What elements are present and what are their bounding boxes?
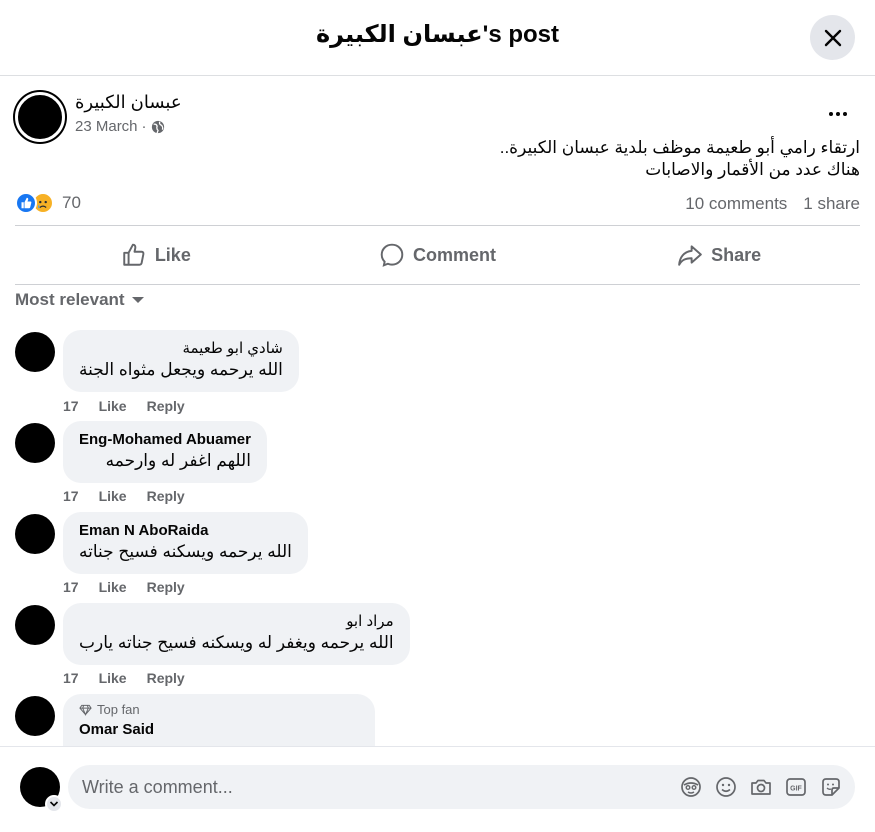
comment-text: الله يرحمه ويجعل مثواه الجنة — [79, 360, 283, 379]
gif-icon[interactable]: GIF — [785, 776, 807, 798]
svg-text:GIF: GIF — [790, 786, 802, 793]
post-text-line: ارتقاء رامي أبو طعيمة موظف بلدية عبسان ا… — [499, 138, 860, 157]
globe-icon — [151, 120, 164, 133]
close-icon — [824, 29, 841, 46]
post-author-name[interactable]: عبسان الكبيرة — [75, 92, 182, 113]
emoji-icon[interactable] — [715, 776, 737, 798]
diamond-icon — [79, 704, 92, 716]
post-action-bar: Like Comment Share — [15, 225, 860, 285]
comment-time[interactable]: 17 — [63, 488, 79, 504]
like-reaction-icon — [15, 192, 37, 214]
caret-down-icon — [131, 297, 144, 303]
comment-time[interactable]: 17 — [63, 398, 79, 414]
commenter-avatar[interactable] — [15, 423, 55, 463]
comment-button-label: Comment — [413, 244, 497, 265]
post-author-avatar[interactable] — [15, 92, 65, 142]
shares-count-link[interactable]: 1 share — [803, 194, 860, 214]
share-button-label: Share — [711, 244, 762, 265]
commenter-avatar[interactable] — [15, 332, 55, 372]
comment-bubble: مراد ابو الله يرحمه ويغفر له ويسكنه فسيح… — [63, 603, 410, 665]
thumbs-up-icon — [123, 243, 145, 266]
camera-icon[interactable] — [750, 776, 772, 798]
like-button[interactable]: Like — [15, 226, 297, 284]
reactions-summary[interactable]: 70 — [15, 192, 81, 214]
like-button-label: Like — [154, 244, 191, 265]
commenter-avatar[interactable] — [15, 696, 55, 736]
comment-like-button[interactable]: Like — [99, 398, 127, 414]
comment-like-button[interactable]: Like — [99, 488, 127, 504]
comment-reply-button[interactable]: Reply — [147, 579, 185, 595]
top-fan-badge: Top fan — [79, 702, 359, 718]
comment-reply-button[interactable]: Reply — [147, 488, 185, 504]
comment-bubble: شادي ابو طعيمة الله يرحمه ويجعل مثواه ال… — [63, 330, 299, 392]
avatar-sticker-icon[interactable] — [680, 776, 702, 798]
comment-actions: 17 Like Reply — [63, 670, 185, 686]
comment-text: اللهم اغفر له وارحمه — [105, 451, 251, 470]
close-button[interactable] — [810, 15, 855, 60]
commenter-name[interactable]: Eng-Mohamed Abuamer — [79, 430, 251, 450]
commenter-name[interactable]: شادي ابو طعيمة — [79, 339, 282, 359]
more-options-icon — [829, 112, 833, 116]
comment-actions: 17 Like Reply — [63, 398, 185, 414]
post-text: ارتقاء رامي أبو طعيمة موظف بلدية عبسان ا… — [160, 137, 860, 181]
composer-tools: GIF — [680, 776, 842, 798]
post-text-line: هناك عدد من الأقمار والاصابات — [645, 160, 860, 179]
commenter-avatar[interactable] — [15, 605, 55, 645]
share-button[interactable]: Share — [578, 226, 860, 284]
comment-reply-button[interactable]: Reply — [147, 398, 185, 414]
comment-composer: GIF — [0, 746, 875, 832]
more-options-button[interactable] — [824, 104, 852, 124]
comment-reply-button[interactable]: Reply — [147, 670, 185, 686]
comment-bubble: Eman N AboRaida الله يرحمه ويسكنه فسيح ج… — [63, 512, 308, 574]
comment-text: الله يرحمه ويغفر له ويسكنه فسيح جناته يا… — [79, 633, 394, 652]
commenter-name[interactable]: مراد ابو — [79, 612, 393, 632]
post-meta: 23 March · — [75, 118, 165, 135]
comment-button[interactable]: Comment — [297, 226, 579, 284]
reaction-count: 70 — [62, 193, 81, 212]
comment-actions: 17 Like Reply — [63, 488, 185, 504]
profile-switch-chevron[interactable] — [45, 795, 63, 813]
share-arrow-icon — [678, 245, 702, 266]
chevron-down-icon — [49, 801, 59, 807]
sort-label: Most relevant — [15, 290, 125, 309]
comment-time[interactable]: 17 — [63, 670, 79, 686]
dialog-header: عبسان الكبيرة's post — [0, 0, 875, 76]
comment-text: الله يرحمه ويسكنه فسيح جناته — [79, 542, 292, 561]
meta-separator: · — [141, 118, 147, 135]
sticker-icon[interactable] — [820, 776, 842, 798]
comment-bubble: Eng-Mohamed Abuamer اللهم اغفر له وارحمه — [63, 421, 267, 483]
comment-sort-dropdown[interactable]: Most relevant — [15, 290, 145, 310]
comment-time[interactable]: 17 — [63, 579, 79, 595]
dialog-title: عبسان الكبيرة's post — [315, 21, 560, 48]
comments-count-link[interactable]: 10 comments — [685, 194, 787, 214]
post-content[interactable]: عبسان الكبيرة 23 March · ارتقاء رامي أبو… — [0, 76, 875, 746]
comment-like-button[interactable]: Like — [99, 579, 127, 595]
comment-bubble-icon — [380, 243, 404, 267]
comment-like-button[interactable]: Like — [99, 670, 127, 686]
comment-actions: 17 Like Reply — [63, 579, 185, 595]
commenter-avatar[interactable] — [15, 514, 55, 554]
commenter-name[interactable]: Omar Said — [79, 720, 359, 740]
top-fan-label: Top fan — [97, 702, 140, 717]
post-date[interactable]: 23 March — [75, 118, 138, 135]
comment-bubble: Top fan Omar Said — [63, 694, 375, 746]
post-stats: 10 comments 1 share — [685, 194, 860, 214]
commenter-name[interactable]: Eman N AboRaida — [79, 521, 292, 541]
